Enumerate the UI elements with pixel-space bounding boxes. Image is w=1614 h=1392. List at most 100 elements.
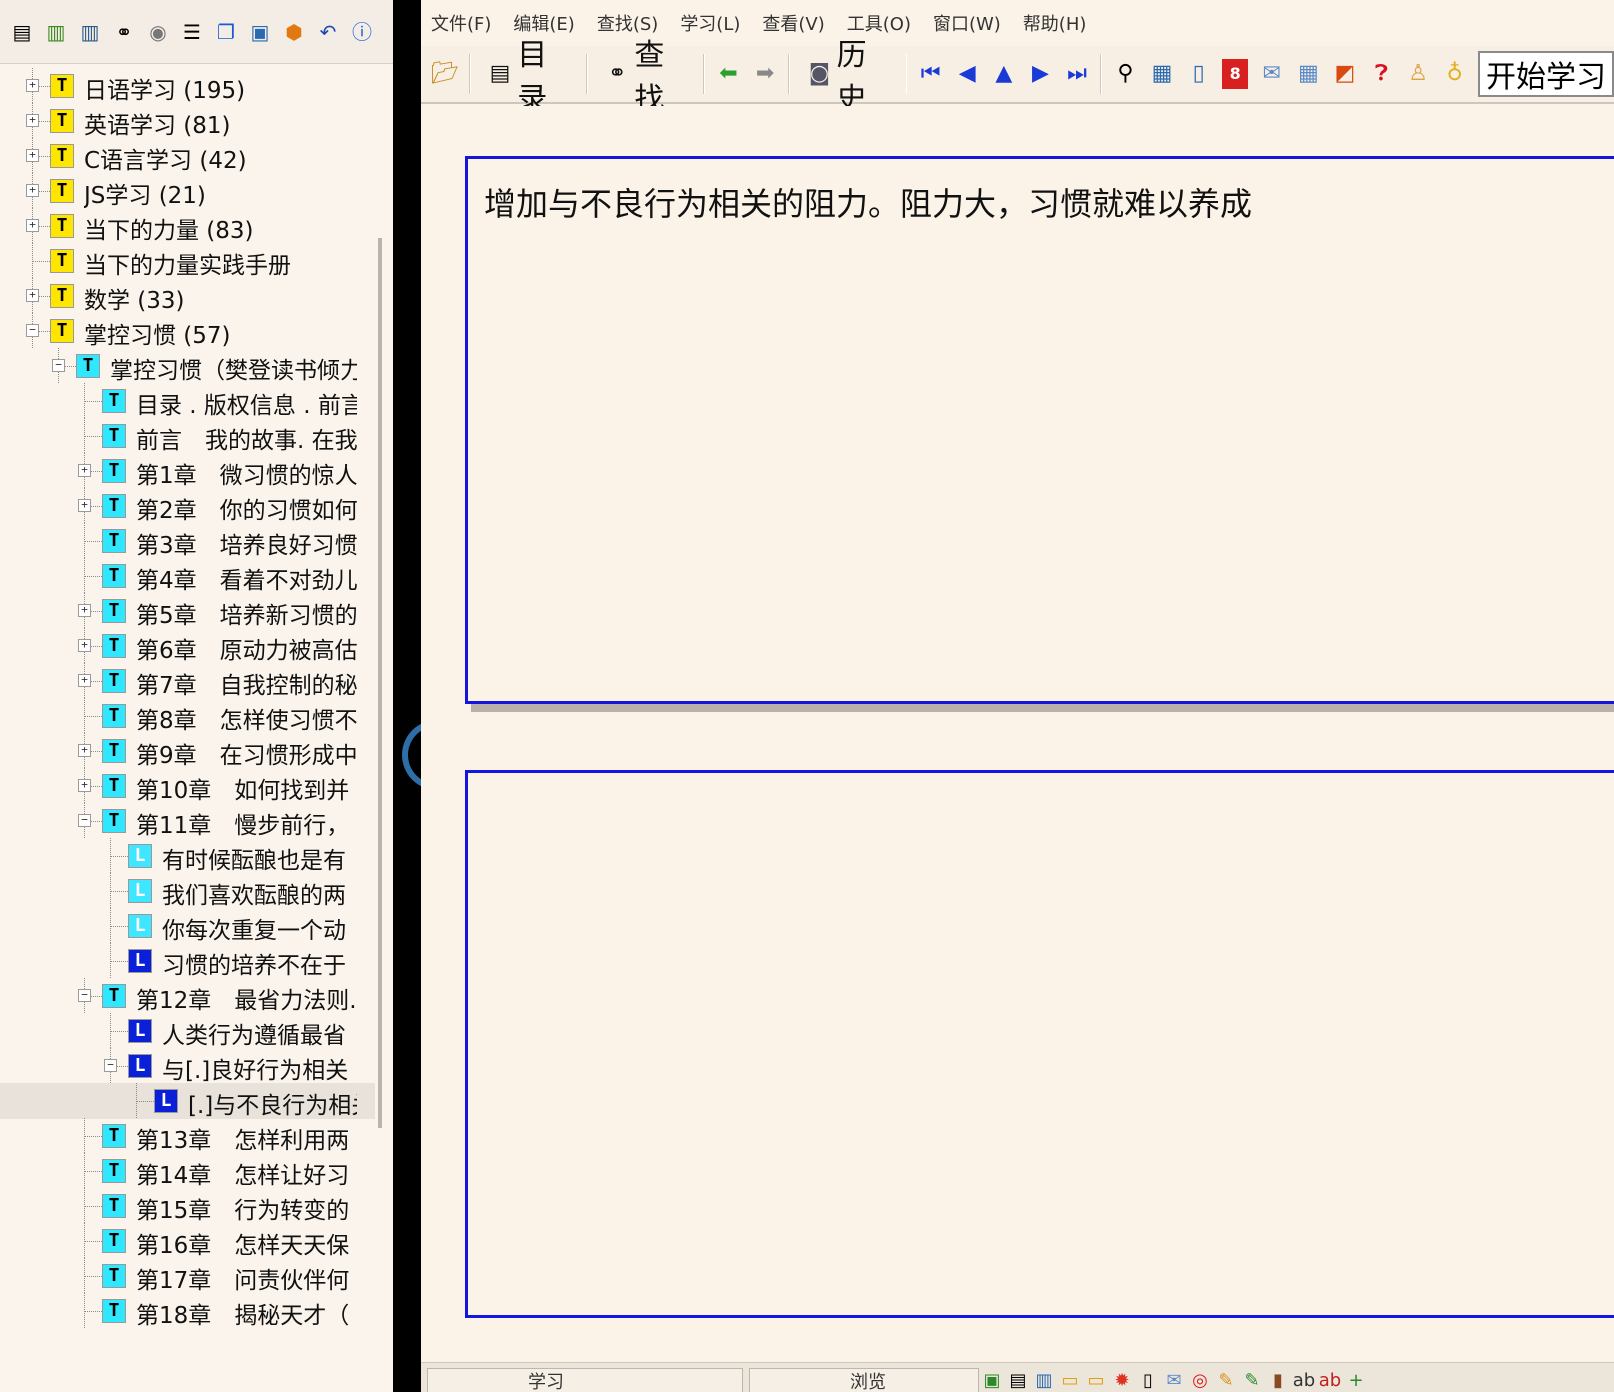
tree-node[interactable]: T 第18章 揭秘天才（ xyxy=(0,1293,375,1329)
book-stack-icon[interactable]: ▥ xyxy=(76,18,104,46)
tree-node[interactable]: − T 第11章 慢步前行， xyxy=(0,803,375,839)
expand-icon[interactable]: + xyxy=(78,604,91,617)
tree-node[interactable]: + T 日语学习 (195) xyxy=(0,68,375,104)
back-arrow-icon[interactable]: ⬅ xyxy=(715,59,742,89)
spell-check-icon[interactable]: ab xyxy=(1291,1368,1317,1392)
last-icon[interactable]: ⏭ xyxy=(1064,59,1091,89)
menu-window[interactable]: 窗口(W) xyxy=(933,10,1001,36)
pencil-icon[interactable]: ✎ xyxy=(1213,1368,1239,1392)
expand-icon[interactable]: + xyxy=(26,219,39,232)
tree-scrollbar[interactable] xyxy=(378,238,382,1128)
collapse-icon[interactable]: − xyxy=(52,359,65,372)
expand-icon[interactable]: + xyxy=(78,639,91,652)
expand-icon[interactable]: + xyxy=(26,184,39,197)
question-panel[interactable]: 增加与不良行为相关的阻力。阻力大，习惯就难以养成 xyxy=(465,156,1614,704)
menu-help[interactable]: 帮助(H) xyxy=(1023,10,1087,36)
expand-icon[interactable]: + xyxy=(78,464,91,477)
card-edit-icon[interactable]: ▭ xyxy=(1083,1368,1109,1392)
collapse-icon[interactable]: − xyxy=(104,1059,117,1072)
pane-splitter[interactable] xyxy=(393,0,421,1392)
print-icon[interactable]: ▯ xyxy=(1135,1368,1161,1392)
tree-node[interactable]: T 目录 . 版权信息 . 前言 xyxy=(0,383,375,419)
expand-icon[interactable]: + xyxy=(26,114,39,127)
pencil-add-icon[interactable]: ✎ xyxy=(1239,1368,1265,1392)
tree-node[interactable]: + T 第9章 在习惯形成中 xyxy=(0,733,375,769)
tree-node[interactable]: + T 第7章 自我控制的秘 xyxy=(0,663,375,699)
book-brown-icon[interactable]: ▮ xyxy=(1265,1368,1291,1392)
start-learning-button[interactable]: 开始学习 xyxy=(1477,51,1614,97)
answer-panel[interactable] xyxy=(465,770,1614,1318)
expand-icon[interactable]: + xyxy=(78,499,91,512)
user-icon[interactable]: ♙ xyxy=(1405,59,1432,89)
magnifier-icon[interactable]: ⚲ xyxy=(1112,59,1139,89)
tree-node[interactable]: L 人类行为遵循最省 xyxy=(0,1013,375,1049)
tree-node[interactable]: + T 第1章 微习惯的惊人 xyxy=(0,453,375,489)
expand-icon[interactable]: + xyxy=(78,674,91,687)
forward-arrow-icon[interactable]: ➡ xyxy=(752,59,779,89)
tree-node[interactable]: T 前言 我的故事. 在我 xyxy=(0,418,375,454)
binoculars-icon[interactable]: ⚭ xyxy=(110,18,138,46)
expand-icon[interactable]: + xyxy=(26,149,39,162)
tree-node[interactable]: T 第16章 怎样天天保 xyxy=(0,1223,375,1259)
tree-node[interactable]: T 第15章 行为转变的 xyxy=(0,1188,375,1224)
page-edit-icon[interactable]: ▥ xyxy=(1031,1368,1057,1392)
tree-node[interactable]: + T 英语学习 (81) xyxy=(0,103,375,139)
tree-node[interactable]: − T 第12章 最省力法则. xyxy=(0,978,375,1014)
envelope-icon[interactable]: ✉ xyxy=(1161,1368,1187,1392)
document-icon[interactable]: ▤ xyxy=(1005,1368,1031,1392)
tree-node[interactable]: L 有时候酝酿也是有 xyxy=(0,838,375,874)
calendar-icon[interactable]: ▦ xyxy=(1295,59,1322,89)
collapse-icon[interactable]: − xyxy=(26,324,39,337)
lightbulb-icon[interactable]: ♁ xyxy=(1441,59,1468,89)
clipboard-icon[interactable]: ▣ xyxy=(979,1368,1005,1392)
tree-node[interactable]: L 习惯的培养不在于 xyxy=(0,943,375,979)
help-icon[interactable]: ❓︎ xyxy=(1368,59,1395,89)
tree-node[interactable]: + T 第5章 培养新习惯的 xyxy=(0,593,375,629)
collapse-icon[interactable]: − xyxy=(78,814,91,827)
catalog-button[interactable]: ▤ 目录 xyxy=(481,30,576,118)
expand-icon[interactable]: + xyxy=(26,289,39,302)
tree-node[interactable]: + T 第2章 你的习惯如何 xyxy=(0,488,375,524)
eye-icon[interactable]: ◉ xyxy=(144,18,172,46)
tree-node[interactable]: − T 掌控习惯 (57) xyxy=(0,313,375,349)
expand-icon[interactable]: + xyxy=(78,744,91,757)
tree-node[interactable]: T 第4章 看着不对劲儿 xyxy=(0,558,375,594)
tree-node[interactable]: T 第8章 怎样使习惯不 xyxy=(0,698,375,734)
tree-node[interactable]: − T 掌控习惯（樊登读书倾力 xyxy=(0,348,375,384)
tree-node[interactable]: L 你每次重复一个动 xyxy=(0,908,375,944)
spell-check-alt-icon[interactable]: ab xyxy=(1317,1368,1343,1392)
first-icon[interactable]: ⏮ xyxy=(917,59,944,89)
undo-icon[interactable]: ↶ xyxy=(314,18,342,46)
tree-node[interactable]: T 第17章 问责伙伴何 xyxy=(0,1258,375,1294)
tree-node[interactable]: + T 第10章 如何找到并 xyxy=(0,768,375,804)
expand-icon[interactable]: + xyxy=(78,779,91,792)
previous-icon[interactable]: ◀ xyxy=(954,59,981,89)
open-book-icon[interactable]: ▯ xyxy=(1185,59,1212,89)
card-icon[interactable]: ▭ xyxy=(1057,1368,1083,1392)
search-button[interactable]: ⚭ 查找 xyxy=(598,30,693,118)
next-icon[interactable]: ▶ xyxy=(1027,59,1054,89)
tree-node[interactable]: + T 数学 (33) xyxy=(0,278,375,314)
star-icon[interactable]: ✹ xyxy=(1109,1368,1135,1392)
open-folder-icon[interactable]: 📂︎ xyxy=(431,59,459,89)
tree-node[interactable]: T 第3章 培养良好习惯 xyxy=(0,523,375,559)
tree-node[interactable]: + T JS学习 (21) xyxy=(0,173,375,209)
outline-icon[interactable]: ☰ xyxy=(178,18,206,46)
up-icon[interactable]: ▲ xyxy=(991,59,1018,89)
save-icon[interactable]: ▣ xyxy=(246,18,274,46)
tree-node[interactable]: T 当下的力量实践手册 xyxy=(0,243,375,279)
dictionary-icon[interactable]: ▦ xyxy=(1149,59,1176,89)
list-icon[interactable]: ▤ xyxy=(8,18,36,46)
history-button[interactable]: ◙ 历史 xyxy=(800,30,895,118)
tree-node-selected[interactable]: L [.]与不良行为相关 xyxy=(0,1083,375,1119)
window-swap-icon[interactable]: ❐ xyxy=(212,18,240,46)
colors-icon[interactable]: ◩ xyxy=(1332,59,1359,89)
knowledge-tree[interactable]: + T 日语学习 (195) + T 英语学习 (81) + T C语言学习 (42) + T JS学… xyxy=(0,68,375,1368)
collapse-icon[interactable]: − xyxy=(78,989,91,1002)
mail-icon[interactable]: ✉ xyxy=(1258,59,1285,89)
tree-node[interactable]: + T 第6章 原动力被高估 xyxy=(0,628,375,664)
tree-node[interactable]: T 第13章 怎样利用两 xyxy=(0,1118,375,1154)
tree-node[interactable]: − L 与[.]良好行为相关 xyxy=(0,1048,375,1084)
tree-node[interactable]: T 第14章 怎样让好习 xyxy=(0,1153,375,1189)
lifebuoy-icon[interactable]: ◎ xyxy=(1187,1368,1213,1392)
